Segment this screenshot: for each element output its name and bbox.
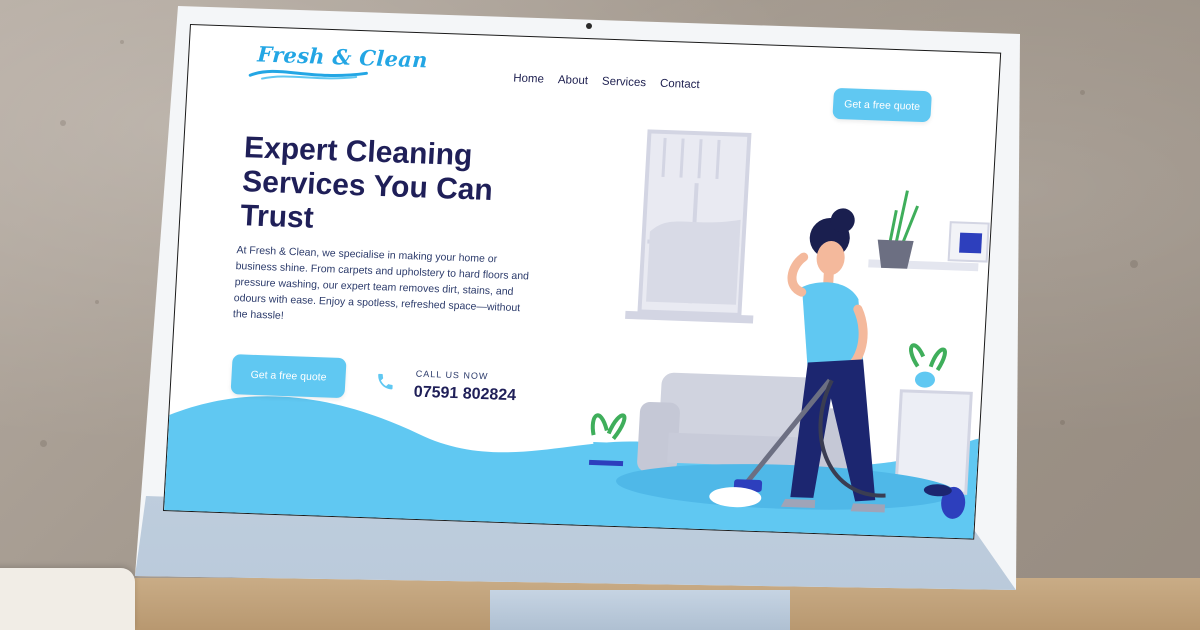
window-illustration — [625, 129, 754, 324]
nav-about-link[interactable]: About — [558, 74, 589, 87]
phone-number-link[interactable]: 07591 802824 — [413, 384, 516, 406]
hero-quote-button[interactable]: Get a free quote — [230, 354, 347, 399]
phone-icon[interactable] — [375, 371, 396, 392]
imac-monitor: Fresh & Clean Home About Services Contac… — [0, 0, 1200, 630]
hero-headline: Expert Cleaning Services You Can Trust — [239, 131, 494, 235]
hero-description: At Fresh & Clean, we specialise in makin… — [232, 244, 530, 322]
nav-services-link[interactable]: Services — [602, 76, 647, 90]
main-navigation: Home About Services Contact — [513, 73, 700, 92]
nav-contact-link[interactable]: Contact — [660, 78, 700, 91]
website-screen: Fresh & Clean Home About Services Contac… — [162, 24, 1002, 540]
cleaning-illustration — [588, 129, 990, 519]
wave-swoosh-icon — [248, 69, 368, 80]
camera-icon — [586, 23, 592, 29]
nav-home-link[interactable]: Home — [513, 73, 544, 86]
